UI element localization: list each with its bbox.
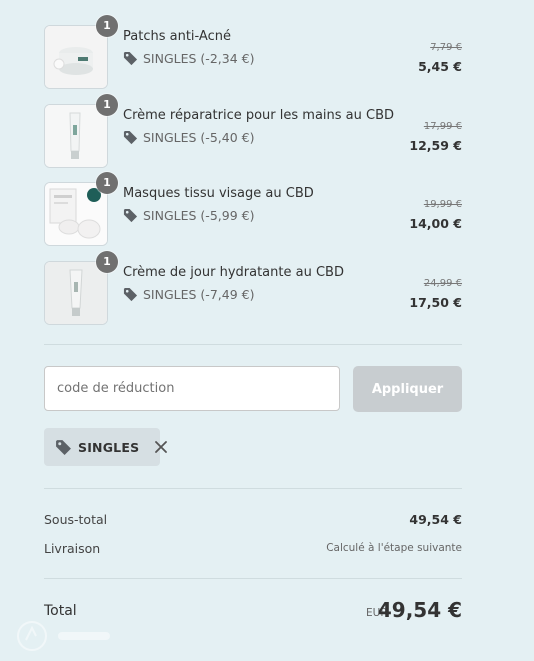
discount-text: SINGLES (-2,34 €)	[143, 51, 255, 66]
product-discount: SINGLES (-2,34 €)	[123, 51, 254, 66]
quantity-badge: 1	[96, 94, 118, 116]
tag-icon	[123, 208, 138, 223]
line-item: 1 Masques tissu visage au CBD SINGLES (-…	[44, 172, 462, 246]
original-price: 17,99 €	[423, 121, 462, 132]
discounted-price: 12,59 €	[409, 138, 462, 153]
tag-icon	[123, 130, 138, 145]
product-thumbnail	[44, 25, 108, 89]
original-price: 19,99 €	[423, 199, 462, 210]
discounted-price: 14,00 €	[409, 216, 462, 231]
tag-icon	[123, 287, 138, 302]
discounted-price: 17,50 €	[409, 295, 462, 310]
shipping-value: Calculé à l'étape suivante	[326, 542, 462, 554]
quantity-badge: 1	[96, 172, 118, 194]
total-label: Total	[44, 603, 77, 619]
tag-icon	[55, 439, 72, 456]
product-name: Masques tissu visage au CBD	[123, 186, 314, 201]
apply-button[interactable]: Appliquer	[353, 366, 462, 412]
subtotal-value: 49,54 €	[409, 512, 462, 527]
product-thumbnail	[44, 104, 108, 168]
total-amount: 49,54 €	[377, 598, 462, 622]
tag-icon	[123, 51, 138, 66]
original-price: 7,79 €	[430, 42, 462, 53]
product-discount: SINGLES (-5,99 €)	[123, 208, 254, 223]
original-price: 24,99 €	[423, 278, 462, 289]
line-item: 1 Crème réparatrice pour les mains au CB…	[44, 94, 462, 168]
divider	[44, 578, 462, 579]
product-name: Crème de jour hydratante au CBD	[123, 265, 344, 280]
product-thumbnail	[44, 182, 108, 246]
product-discount: SINGLES (-7,49 €)	[123, 287, 254, 302]
shipping-label: Livraison	[44, 541, 101, 556]
divider	[44, 344, 462, 345]
subtotal-label: Sous-total	[44, 512, 108, 527]
applied-code-label: SINGLES	[78, 439, 140, 455]
close-icon[interactable]	[155, 439, 168, 455]
discount-code-input[interactable]	[44, 366, 340, 411]
product-name: Patchs anti-Acné	[123, 29, 231, 44]
discount-text: SINGLES (-7,49 €)	[143, 287, 255, 302]
applied-code-chip: SINGLES	[44, 428, 168, 466]
line-item: 1 Crème de jour hydratante au CBD SINGLE…	[44, 251, 462, 325]
watermark-logo	[14, 618, 114, 658]
divider	[44, 488, 462, 489]
quantity-badge: 1	[96, 15, 118, 37]
product-discount: SINGLES (-5,40 €)	[123, 130, 254, 145]
line-item: 1 Patchs anti-Acné SINGLES (-2,34 €) 7,7…	[44, 15, 462, 89]
discount-text: SINGLES (-5,99 €)	[143, 208, 255, 223]
discounted-price: 5,45 €	[418, 59, 462, 74]
discount-text: SINGLES (-5,40 €)	[143, 130, 255, 145]
product-name: Crème réparatrice pour les mains au CBD	[123, 108, 395, 123]
product-thumbnail	[44, 261, 108, 325]
quantity-badge: 1	[96, 251, 118, 273]
